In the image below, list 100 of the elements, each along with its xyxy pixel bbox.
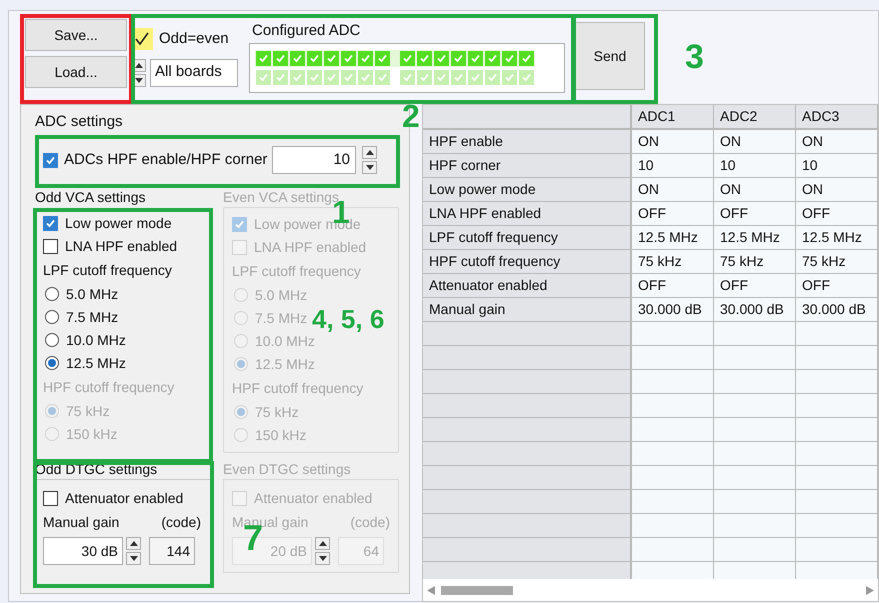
adc-checkbox[interactable] xyxy=(485,70,500,84)
check-icon xyxy=(470,72,481,82)
table-cell: OFF xyxy=(714,202,796,225)
scroll-right-icon[interactable] xyxy=(866,586,874,594)
adc-checkbox[interactable] xyxy=(417,70,432,84)
table-cell: 75 kHz xyxy=(796,250,878,273)
table-cell: 30.000 dB xyxy=(714,298,796,321)
table-cell: OFF xyxy=(714,274,796,297)
adc-checkbox[interactable] xyxy=(273,70,288,84)
check-icon xyxy=(402,52,413,64)
adc-checkbox[interactable] xyxy=(417,50,432,66)
adc-checkbox[interactable] xyxy=(290,70,305,84)
check-icon xyxy=(360,72,371,82)
gain-field[interactable]: 30 dB xyxy=(43,537,123,565)
adc-checkbox[interactable] xyxy=(358,50,373,66)
check-icon xyxy=(309,72,320,82)
check-icon xyxy=(377,72,388,82)
adc-checkbox[interactable] xyxy=(451,50,466,66)
radio-label: 12.5 MHz xyxy=(255,354,315,374)
down-arrow-icon xyxy=(130,556,138,561)
check-icon xyxy=(275,72,286,82)
adc-checkbox[interactable] xyxy=(341,50,356,66)
adc-checkbox[interactable] xyxy=(358,70,373,84)
section-title: ADC settings xyxy=(35,112,124,131)
adc-checkbox[interactable] xyxy=(468,50,483,66)
adc-checkbox[interactable] xyxy=(290,50,305,66)
up-arrow-icon xyxy=(130,541,138,546)
group-label: HPF cutoff frequency xyxy=(232,378,364,398)
column-header: ADC2 xyxy=(714,105,796,128)
adc-checkbox[interactable] xyxy=(485,50,500,66)
adc-checkbox[interactable] xyxy=(324,70,339,84)
group-label: LPF cutoff frequency xyxy=(232,262,361,281)
checkbox[interactable] xyxy=(43,216,58,230)
adc-checkbox[interactable] xyxy=(375,70,390,84)
check-icon xyxy=(134,31,150,48)
adc-checkbox[interactable] xyxy=(519,50,534,66)
radio-button[interactable] xyxy=(45,287,59,301)
manual-gain-label: Manual gain xyxy=(43,513,120,532)
checkbox[interactable] xyxy=(43,238,58,254)
annotation-number: 3 xyxy=(685,40,704,74)
adc-checkbox[interactable] xyxy=(468,70,483,84)
adc-checkbox[interactable] xyxy=(307,50,322,66)
radio-button[interactable] xyxy=(45,333,59,347)
adc-checkbox[interactable] xyxy=(502,50,517,66)
scroll-thumb[interactable] xyxy=(441,586,513,594)
spin-up-button[interactable] xyxy=(126,537,141,550)
table-cell: 30.000 dB xyxy=(796,298,878,321)
adc-checkbox[interactable] xyxy=(519,70,534,84)
down-arrow-icon xyxy=(318,556,326,561)
adc-checkbox[interactable] xyxy=(451,70,466,84)
spin-down-button[interactable] xyxy=(126,552,141,565)
spin-down-button[interactable] xyxy=(362,161,377,174)
spin-down-button[interactable] xyxy=(315,552,330,565)
section-title: Even DTGC settings xyxy=(223,460,351,479)
adc-checkbox[interactable] xyxy=(400,50,415,66)
scroll-left-icon[interactable] xyxy=(427,586,435,594)
adc-checkbox[interactable] xyxy=(273,50,288,66)
table-cell: 12.5 MHz xyxy=(796,226,878,249)
adc-checkbox[interactable] xyxy=(341,70,356,84)
radio-label: 10.0 MHz xyxy=(255,332,315,350)
board-field[interactable]: All boards xyxy=(150,58,238,86)
table-cell: 12.5 MHz xyxy=(714,226,796,249)
adc-checkbox[interactable] xyxy=(307,70,322,84)
check-icon xyxy=(470,52,481,64)
table-cell: ON xyxy=(632,178,714,201)
row-header: Low power mode xyxy=(423,178,632,201)
check-icon xyxy=(504,52,515,64)
up-arrow-icon xyxy=(318,541,326,546)
spin-up-button[interactable] xyxy=(362,146,377,159)
table-cell: ON xyxy=(796,130,878,153)
row-header: LNA HPF enabled xyxy=(423,202,632,225)
up-arrow-icon xyxy=(366,150,374,155)
table-cell: OFF xyxy=(632,274,714,297)
check-icon xyxy=(504,72,515,82)
checkbox[interactable] xyxy=(43,490,58,506)
radio-button[interactable] xyxy=(45,356,59,370)
row-header: HPF cutoff frequency xyxy=(423,250,632,273)
adc-checkbox[interactable] xyxy=(375,50,390,66)
checkbox[interactable] xyxy=(43,152,58,168)
load-button[interactable]: Load... xyxy=(25,56,127,88)
column-header: ADC3 xyxy=(796,105,878,128)
adc-checkbox[interactable] xyxy=(400,70,415,84)
adc-checkbox[interactable] xyxy=(434,50,449,66)
adc-checkbox[interactable] xyxy=(324,50,339,66)
adc-checkbox[interactable] xyxy=(256,50,271,66)
code-label: (code) xyxy=(350,513,390,532)
save-button[interactable]: Save... xyxy=(25,19,127,51)
send-button[interactable]: Send xyxy=(575,22,645,90)
configured-adc-label: Configured ADC xyxy=(251,21,362,41)
code-field: 64 xyxy=(338,537,384,565)
odd-even-label: Odd=even xyxy=(159,29,229,49)
radio-button[interactable] xyxy=(45,310,59,324)
radio-label: 7.5 MHz xyxy=(66,308,118,326)
spin-up-button[interactable] xyxy=(315,537,330,550)
adc-checkbox[interactable] xyxy=(434,70,449,84)
adc-checkbox[interactable] xyxy=(256,70,271,84)
radio-label: 150 kHz xyxy=(66,424,118,444)
adc-checkbox[interactable] xyxy=(502,70,517,84)
hpf-corner-field[interactable]: 10 xyxy=(272,146,356,174)
check-icon xyxy=(309,52,320,64)
